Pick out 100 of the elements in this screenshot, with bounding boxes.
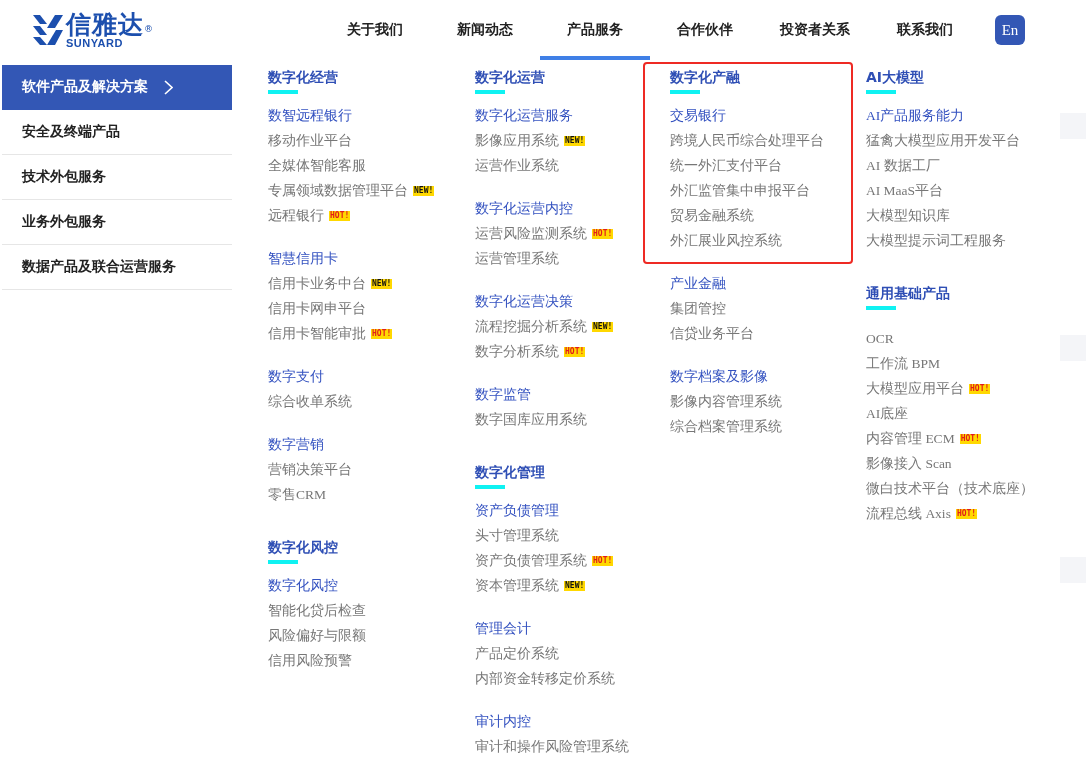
product-link[interactable]: 工作流 BPM [866,354,940,373]
category-link[interactable]: 数字档案及影像 [670,364,814,389]
category-link[interactable]: 数字化运营决策 [475,289,618,314]
product-link[interactable]: 内部资金转移定价系统 [475,669,615,688]
category-link[interactable]: 数字监管 [475,382,618,407]
product-link[interactable]: 跨境人民币综合处理平台 [670,131,824,150]
product-link[interactable]: 影像接入 Scan [866,454,952,473]
product-link[interactable]: 信用卡智能审批 [268,324,366,343]
category-link[interactable]: 数智远程银行 [268,103,423,128]
product-link[interactable]: 运营作业系统 [475,156,559,175]
category-link[interactable]: 智慧信用卡 [268,246,423,271]
new-badge: NEW! [592,321,614,332]
new-badge: NEW! [413,185,435,196]
product-link[interactable]: 产品定价系统 [475,644,559,663]
category-link[interactable]: AI产品服务能力 [866,103,1034,128]
title-underline [866,306,896,310]
nav-link[interactable]: 投资者关系 [760,0,870,60]
hot-badge: HOT! [959,433,981,444]
product-link[interactable]: 内容管理 ECM [866,429,955,448]
hot-badge: HOT! [969,383,991,394]
product-link[interactable]: 头寸管理系统 [475,526,559,545]
category-link[interactable]: 数字支付 [268,364,423,389]
product-link[interactable]: 集团管控 [670,299,726,318]
section-title: 数字化经营 [268,68,339,87]
category-link[interactable]: 审计内控 [475,709,618,734]
product-link[interactable]: 零售CRM [268,485,326,504]
chevron-right-icon [164,79,173,95]
product-link[interactable]: 流程挖掘分析系统 [475,317,587,336]
product-link[interactable]: 综合收单系统 [268,392,352,411]
title-underline [670,90,700,94]
product-link[interactable]: 外汇展业风控系统 [670,231,782,250]
product-link[interactable]: 影像应用系统 [475,131,559,150]
product-link[interactable]: AI底座 [866,404,909,423]
section-title: 数字化风控 [268,538,339,557]
sidebar-item[interactable]: 技术外包服务 [2,155,232,200]
product-link[interactable]: 营销决策平台 [268,460,352,479]
hot-badge: HOT! [371,328,393,339]
nav-link[interactable]: 联系我们 [870,0,980,60]
nav-link[interactable]: 关于我们 [320,0,430,60]
product-link[interactable]: 数字分析系统 [475,342,559,361]
product-link[interactable]: 远程银行 [268,206,324,225]
product-link[interactable]: 运营管理系统 [475,249,559,268]
section-title: 数字化运营 [475,68,546,87]
product-link[interactable]: 影像内容管理系统 [670,392,782,411]
product-link[interactable]: 风险偏好与限额 [268,626,366,645]
new-badge: NEW! [371,278,393,289]
category-link[interactable]: 数字化运营内控 [475,196,618,221]
product-link[interactable]: 信用卡网申平台 [268,299,366,318]
product-link[interactable]: 审计和操作风险管理系统 [475,737,629,756]
product-link[interactable]: 信用风险预警 [268,651,352,670]
product-link[interactable]: 大模型提示词工程服务 [866,231,1006,250]
category-link[interactable]: 产业金融 [670,271,814,296]
section-title: 数字化管理 [475,463,546,482]
title-underline [866,90,896,94]
product-link[interactable]: 贸易金融系统 [670,206,754,225]
product-link[interactable]: 运营风险监测系统 [475,224,587,243]
product-link[interactable]: AI MaaS平台 [866,181,944,200]
product-link[interactable]: AI 数据工厂 [866,156,940,175]
product-link[interactable]: 大模型知识库 [866,206,950,225]
product-link[interactable]: 资产负债管理系统 [475,551,587,570]
title-underline [475,485,505,489]
product-link[interactable]: 猛禽大模型应用开发平台 [866,131,1020,150]
hot-badge: HOT! [592,228,614,239]
nav-link[interactable]: 产品服务 [540,0,650,60]
product-link[interactable]: 外汇监管集中申报平台 [670,181,810,200]
product-link[interactable]: 信贷业务平台 [670,324,754,343]
title-underline [268,560,298,564]
section-title: AI大模型 [866,68,926,87]
product-link[interactable]: 微白技术平台（技术底座） [866,479,1034,498]
nav-link[interactable]: 合作伙伴 [650,0,760,60]
sidebar-item[interactable]: 数据产品及联合运营服务 [2,245,232,290]
section-title: 通用基础产品 [866,284,951,303]
category-link[interactable]: 数字营销 [268,432,423,457]
category-link[interactable]: 数字化风控 [268,573,423,598]
product-link[interactable]: 智能化贷后检查 [268,601,366,620]
product-link[interactable]: 资本管理系统 [475,576,559,595]
product-link[interactable]: 信用卡业务中台 [268,274,366,293]
product-link[interactable]: OCR [866,330,894,347]
title-underline [475,90,505,94]
logo-latin: SUNYARD [66,37,124,49]
category-link[interactable]: 管理会计 [475,616,618,641]
sidebar-item[interactable]: 软件产品及解决方案 [2,65,232,110]
product-link[interactable]: 流程总线 Axis [866,504,951,523]
nav-link[interactable]: 新闻动态 [430,0,540,60]
sidebar-item[interactable]: 业务外包服务 [2,200,232,245]
category-link[interactable]: 资产负债管理 [475,498,618,523]
product-link[interactable]: 专属领域数据管理平台 [268,181,408,200]
language-button[interactable]: En [995,15,1025,45]
product-link[interactable]: 大模型应用平台 [866,379,964,398]
title-underline [268,90,298,94]
category-link[interactable]: 交易银行 [670,103,814,128]
category-link[interactable]: 数字化运营服务 [475,103,618,128]
new-badge: NEW! [564,580,586,591]
product-link[interactable]: 移动作业平台 [268,131,352,150]
product-link[interactable]: 统一外汇支付平台 [670,156,782,175]
product-link[interactable]: 数字国库应用系统 [475,410,587,429]
product-link[interactable]: 全媒体智能客服 [268,156,366,175]
hot-badge: HOT! [329,210,351,221]
product-link[interactable]: 综合档案管理系统 [670,417,782,436]
sidebar-item[interactable]: 安全及终端产品 [2,110,232,155]
